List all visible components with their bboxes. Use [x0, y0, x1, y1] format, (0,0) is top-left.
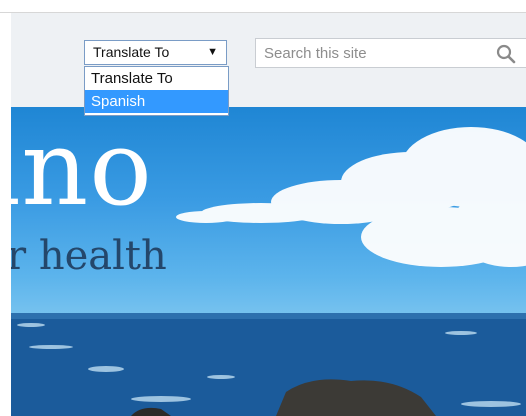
translate-select-label: Translate To: [93, 44, 170, 60]
clouds: [176, 127, 526, 267]
dropdown-option-translate-to[interactable]: Translate To: [85, 67, 228, 90]
ocean: [11, 313, 526, 416]
translate-dropdown-list[interactable]: Translate To Spanish: [84, 66, 229, 116]
dropdown-arrow-icon: ▼: [207, 46, 218, 58]
top-strip: [0, 0, 526, 13]
dropdown-option-spanish[interactable]: Spanish: [85, 90, 228, 113]
hero-tagline: r health: [11, 233, 167, 279]
hero-banner: ino r health: [11, 107, 526, 416]
translate-select[interactable]: Translate To ▼: [84, 40, 227, 65]
search-input[interactable]: [264, 43, 484, 63]
left-gutter: [0, 13, 11, 416]
search-icon[interactable]: [496, 44, 516, 64]
search-box[interactable]: [255, 38, 526, 68]
hero-title: ino: [11, 107, 153, 229]
